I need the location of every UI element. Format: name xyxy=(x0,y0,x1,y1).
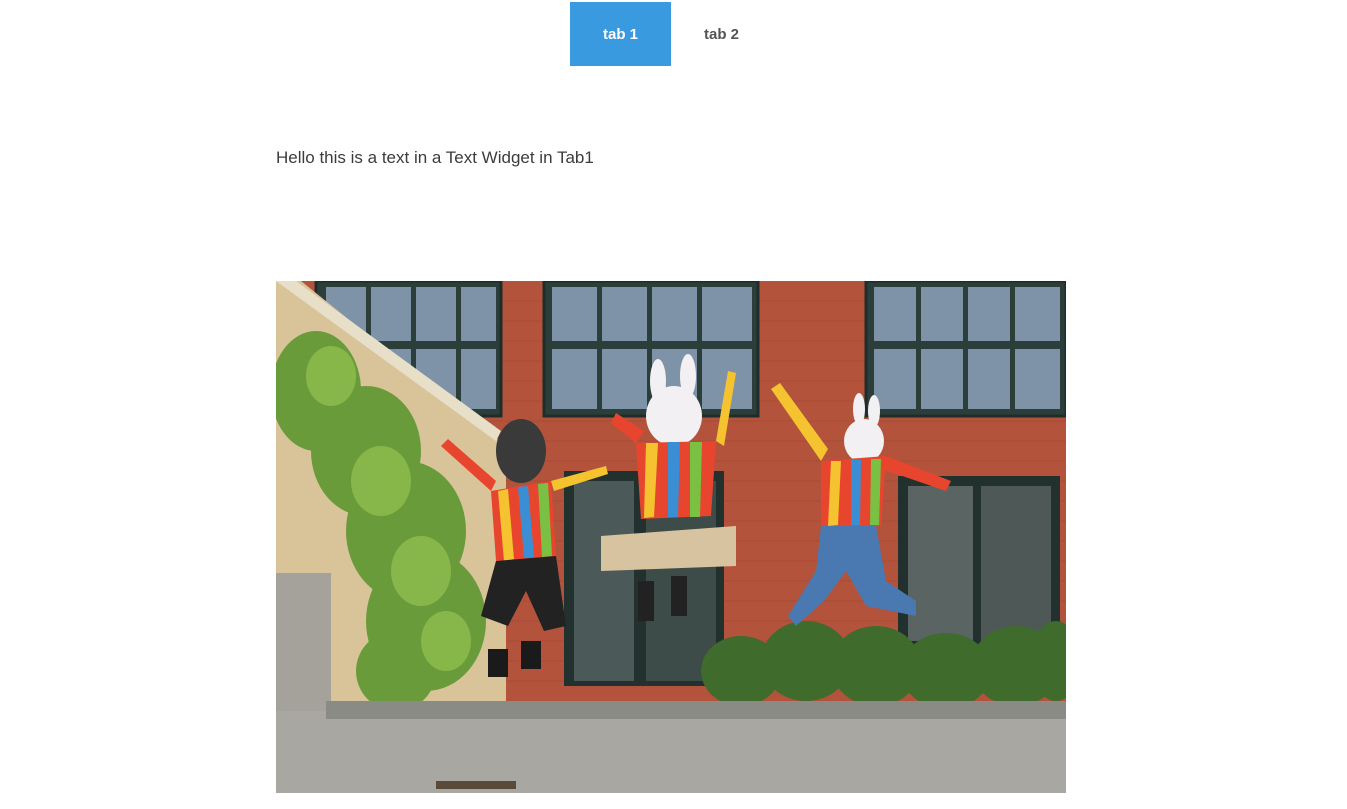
text-widget: Hello this is a text in a Text Widget in… xyxy=(276,148,594,167)
tab-bar: tab 1 tab 2 xyxy=(570,2,772,66)
tab-2[interactable]: tab 2 xyxy=(671,2,772,66)
tab-1[interactable]: tab 1 xyxy=(570,2,671,66)
page: tab 1 tab 2 Hello this is a text in a Te… xyxy=(0,0,1347,809)
photo-image xyxy=(276,281,1066,793)
